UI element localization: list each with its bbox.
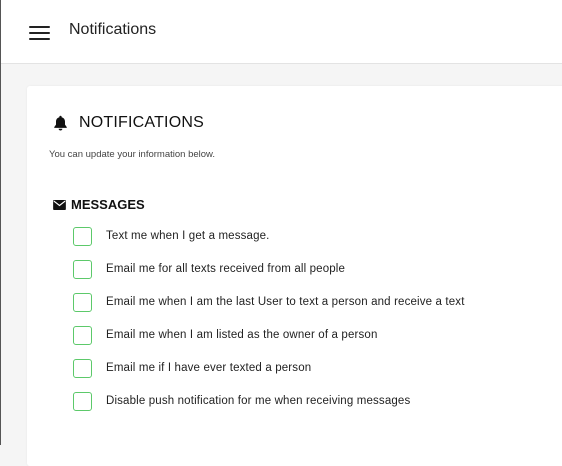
notifications-heading: NOTIFICATIONS [53, 114, 204, 132]
envelope-icon [53, 199, 66, 210]
page-title: Notifications [69, 21, 157, 38]
option-email-all-texts: Email me for all texts received from all… [73, 260, 465, 293]
option-label: Disable push notification for me when re… [106, 395, 411, 407]
notifications-subtitle: You can update your information below. [49, 149, 216, 160]
option-label: Email me when I am listed as the owner o… [106, 329, 378, 341]
option-label: Email me for all texts received from all… [106, 263, 346, 275]
option-email-owner: Email me when I am listed as the owner o… [73, 326, 465, 359]
checkbox[interactable] [73, 326, 92, 345]
option-label: Email me when I am the last User to text… [106, 296, 465, 308]
hamburger-menu-icon[interactable] [29, 26, 50, 40]
notifications-heading-label: NOTIFICATIONS [79, 114, 204, 131]
top-bar: Notifications [1, 0, 562, 64]
message-options-list: Text me when I get a message. Email me f… [73, 227, 465, 425]
checkbox[interactable] [73, 227, 92, 246]
bell-icon [54, 115, 67, 131]
option-email-ever-texted: Email me if I have ever texted a person [73, 359, 465, 392]
option-text-on-message: Text me when I get a message. [73, 227, 465, 260]
checkbox[interactable] [73, 260, 92, 279]
option-label: Email me if I have ever texted a person [106, 362, 312, 374]
checkbox[interactable] [73, 359, 92, 378]
checkbox[interactable] [73, 392, 92, 411]
option-disable-push: Disable push notification for me when re… [73, 392, 465, 425]
option-email-last-user: Email me when I am the last User to text… [73, 293, 465, 326]
messages-heading-label: MESSAGES [71, 197, 145, 212]
notifications-card: NOTIFICATIONS You can update your inform… [27, 86, 562, 466]
messages-heading: MESSAGES [53, 197, 145, 212]
option-label: Text me when I get a message. [106, 230, 270, 242]
checkbox[interactable] [73, 293, 92, 312]
